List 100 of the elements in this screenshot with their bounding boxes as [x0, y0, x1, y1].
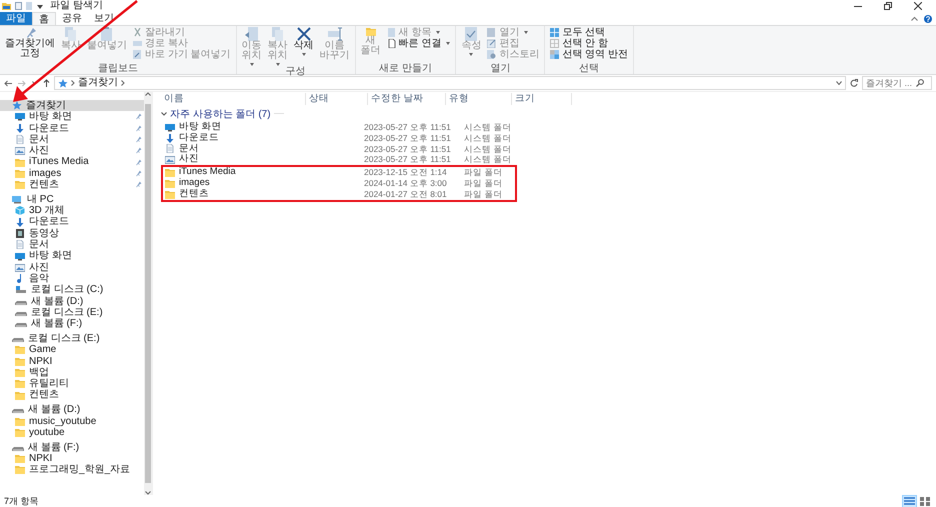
nav-item[interactable]: 바탕 화면 — [0, 111, 144, 123]
folder-icon — [15, 345, 25, 354]
restore-icon[interactable] — [884, 2, 892, 10]
nav-item[interactable]: 새 볼륨 (F:) — [0, 442, 144, 453]
scroll-down-icon[interactable] — [145, 491, 151, 495]
nav-item[interactable]: 로컬 디스크 (E:) — [0, 306, 144, 318]
folder-icon[interactable] — [2, 2, 11, 10]
file-name[interactable]: images — [179, 178, 210, 189]
pin-icon — [134, 147, 142, 154]
ribbon-tab[interactable]: 공유 — [56, 12, 88, 25]
file-name[interactable]: 컨텐츠 — [179, 188, 209, 200]
nav-item[interactable]: 새 볼륨 (D:) — [0, 296, 144, 307]
folder-icon — [15, 390, 25, 400]
nav-item[interactable]: 컨텐츠 — [0, 179, 144, 190]
back-icon[interactable] — [4, 80, 12, 86]
column-header[interactable]: 유형 — [446, 93, 512, 105]
large-icons-view-icon[interactable] — [920, 496, 931, 506]
details-view-icon[interactable] — [904, 496, 915, 506]
nav-item[interactable]: 컨텐츠 — [0, 389, 144, 401]
nav-item[interactable]: 프로그래밍_학원_자료 — [0, 464, 144, 476]
type-cell-text: 파일 폴더 — [464, 178, 504, 189]
nav-item[interactable]: NPKI — [0, 452, 144, 464]
refresh-icon[interactable] — [850, 79, 858, 87]
nav-item[interactable]: 사진 — [0, 145, 144, 156]
select-all-icon — [550, 28, 560, 37]
nav-item[interactable]: 즐겨찾기 — [0, 100, 144, 112]
group-label: 클립보드 — [96, 63, 139, 74]
nav-item[interactable]: 음악 — [0, 272, 144, 284]
nav-item[interactable]: images — [0, 168, 144, 180]
nav-item[interactable]: 백업 — [0, 366, 144, 378]
star-icon — [58, 78, 68, 88]
type-cell-text: 파일 폴더 — [464, 188, 504, 200]
pin-icon — [134, 136, 142, 144]
type-cell-text: 시스템 폴더 — [464, 144, 512, 154]
folder-icon — [15, 368, 25, 377]
folder-icon — [15, 428, 25, 437]
breadcrumb-item[interactable]: 즐겨찾기 — [78, 77, 118, 89]
pages-icon — [270, 27, 285, 41]
drive-icon — [15, 285, 27, 294]
file-name[interactable]: 문서 — [179, 144, 199, 154]
dropdown-icon[interactable] — [32, 81, 37, 85]
file-name[interactable]: 사진 — [179, 154, 199, 166]
nav-item[interactable]: 문서 — [0, 134, 144, 146]
nav-item[interactable]: 새 볼륨 (D:) — [0, 404, 144, 416]
search-field[interactable]: 즐겨찾기 ... — [862, 76, 932, 90]
monitor-icon — [15, 252, 25, 260]
pin-icon — [134, 158, 142, 166]
ribbon-button[interactable]: 모두 선택 — [548, 27, 630, 38]
dropdown-icon[interactable] — [836, 81, 842, 85]
nav-item[interactable]: music_youtube — [0, 416, 144, 427]
column-header[interactable]: 상태 — [306, 93, 368, 105]
nav-item[interactable]: 동영상 — [0, 228, 144, 240]
scrollbar[interactable] — [144, 92, 152, 495]
ribbon-button[interactable]: 즐겨찾기에 고정 — [3, 27, 57, 63]
clipboard-icon — [100, 27, 114, 41]
nav-item[interactable]: Game — [0, 344, 144, 356]
ribbon-button[interactable]: 빠른 연결 — [384, 38, 452, 49]
pin-icon — [134, 113, 142, 120]
nav-item[interactable]: 다운로드 — [0, 216, 144, 228]
nav-item[interactable]: 로컬 디스크 (C:) — [0, 284, 144, 296]
column-header[interactable]: 크기 — [512, 93, 572, 105]
nav-item[interactable]: 유틸리티 — [0, 378, 144, 390]
type-cell-text: 파일 폴더 — [464, 167, 504, 178]
nav-item[interactable]: 로컬 디스크 (E:) — [0, 332, 144, 344]
nav-item[interactable]: 문서 — [0, 239, 144, 250]
ribbon-button[interactable]: 선택 안 함 — [548, 38, 630, 49]
nav-item[interactable]: iTunes Media — [0, 156, 144, 168]
column-header[interactable]: 이름 — [161, 93, 306, 105]
column-header[interactable]: 수정한 날짜 — [368, 93, 446, 105]
chevron-icon — [121, 80, 125, 86]
pin-icon — [134, 170, 142, 177]
help-icon[interactable] — [924, 14, 932, 22]
file-name[interactable]: 바탕 화면 — [179, 122, 222, 133]
date-cell-text: 2024-01-14 오후 3:00 — [364, 178, 448, 189]
nav-item[interactable]: 다운로드 — [0, 122, 144, 134]
up-icon[interactable] — [43, 79, 50, 87]
close-icon[interactable] — [914, 2, 922, 10]
chevron-down-icon[interactable] — [161, 112, 167, 116]
file-name[interactable]: 다운로드 — [179, 132, 219, 144]
down-arrow-icon — [165, 134, 175, 143]
dropdown-icon[interactable] — [37, 4, 43, 8]
address-bar[interactable]: 즐겨찾기 — [54, 76, 846, 90]
nav-item[interactable]: 3D 개체 — [0, 205, 144, 216]
ribbon-tab[interactable]: 홈 — [32, 12, 56, 25]
nav-item[interactable]: 바탕 화면 — [0, 250, 144, 262]
nav-item[interactable]: 새 볼륨 (F:) — [0, 318, 144, 330]
down-arrow-icon — [15, 124, 25, 133]
nav-item[interactable]: 내 PC — [0, 194, 144, 206]
collapse-ribbon-icon[interactable] — [911, 16, 918, 21]
file-name[interactable]: iTunes Media — [179, 167, 236, 178]
scrollbar-thumb[interactable] — [145, 104, 151, 483]
nav-item[interactable]: NPKI — [0, 356, 144, 367]
nav-item[interactable]: youtube — [0, 426, 144, 438]
nav-item[interactable]: 사진 — [0, 262, 144, 273]
ribbon-button[interactable]: 선택 영역 반전 — [548, 49, 630, 60]
scroll-up-icon[interactable] — [145, 92, 151, 96]
folder-icon — [15, 158, 25, 167]
ribbon-button[interactable]: 삭제 — [292, 27, 316, 66]
file-menu-button[interactable]: 파일 — [0, 12, 32, 25]
group-label: 새로 만들기 — [378, 63, 433, 74]
